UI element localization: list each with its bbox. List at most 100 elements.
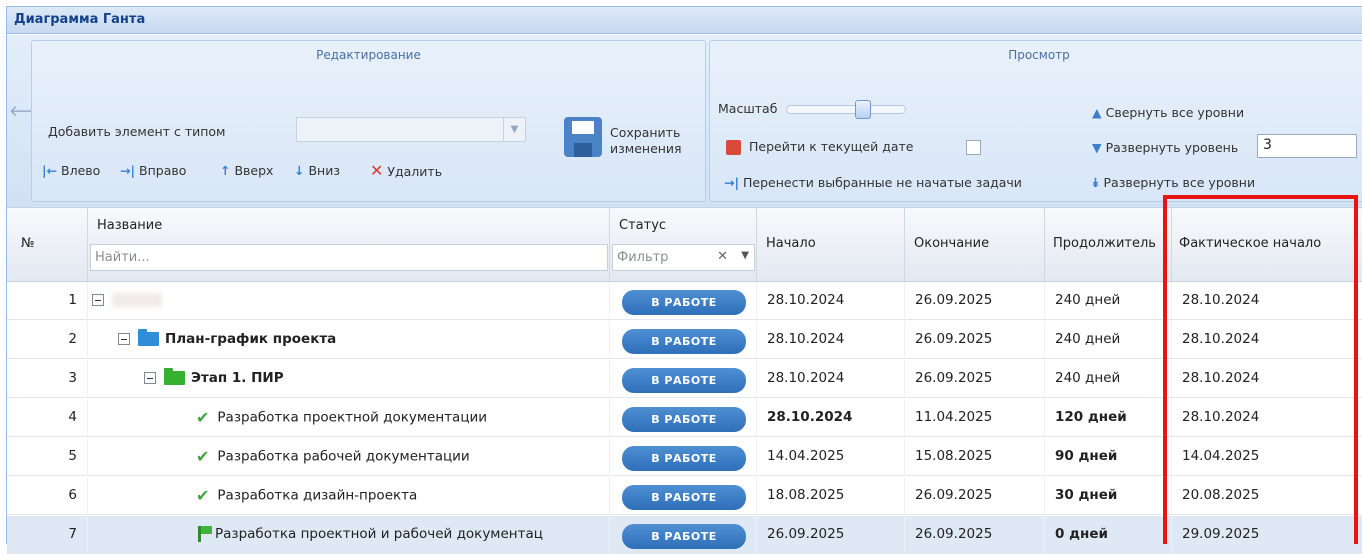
row-number: 4 bbox=[7, 399, 88, 437]
collapse-toggle-icon[interactable] bbox=[92, 294, 104, 306]
collapse-all-button[interactable]: ▲ Свернуть все уровни bbox=[1092, 105, 1244, 120]
duration-cell: 0 дней bbox=[1045, 516, 1172, 554]
element-type-select[interactable]: ▼ bbox=[296, 117, 526, 142]
table-row[interactable]: 5 ✔ Разработка рабочей документации В РАБ… bbox=[7, 438, 1362, 476]
expand-all-icon: ⯯ bbox=[1092, 175, 1100, 190]
arrow-down-icon: ↓ bbox=[294, 163, 305, 178]
duration-cell: 30 дней bbox=[1045, 477, 1172, 515]
row-number: 1 bbox=[7, 282, 88, 320]
goto-today-button[interactable]: Перейти к текущей дате bbox=[726, 139, 913, 155]
task-name-cell[interactable]: Этап 1. ПИР bbox=[88, 360, 610, 398]
start-cell: 18.08.2025 bbox=[757, 477, 905, 515]
col-num-header[interactable]: № bbox=[7, 208, 88, 283]
col-duration-header[interactable]: Продолжитель bbox=[1045, 208, 1172, 283]
move-tasks-button[interactable]: →| Перенести выбранные не начатые задачи bbox=[724, 175, 1022, 190]
status-badge[interactable]: В РАБОТЕ bbox=[622, 446, 746, 471]
goto-today-checkbox[interactable] bbox=[966, 140, 981, 155]
folder-icon bbox=[138, 329, 159, 346]
end-cell: 26.09.2025 bbox=[905, 282, 1045, 320]
col-name-header[interactable]: Название Найти... bbox=[88, 208, 610, 283]
status-badge[interactable]: В РАБОТЕ bbox=[622, 485, 746, 510]
row-number: 6 bbox=[7, 477, 88, 515]
delete-button[interactable]: ✕ Удалить bbox=[370, 161, 442, 180]
start-cell: 28.10.2024 bbox=[757, 360, 905, 398]
scale-slider-thumb[interactable] bbox=[855, 100, 871, 119]
move-down-button[interactable]: ↓ Вниз bbox=[294, 163, 340, 178]
col-start-header[interactable]: Начало bbox=[757, 208, 905, 283]
actual-start-cell: 28.10.2024 bbox=[1172, 360, 1362, 398]
row-number: 2 bbox=[7, 321, 88, 359]
status-badge[interactable]: В РАБОТЕ bbox=[622, 368, 746, 393]
status-badge[interactable]: В РАБОТЕ bbox=[622, 329, 746, 354]
col-status-header[interactable]: Статус Фильтр ✕ ▼ bbox=[610, 208, 757, 283]
task-name-cell[interactable]: ✔ Разработка проектной документации bbox=[88, 399, 610, 437]
actual-start-cell: 28.10.2024 bbox=[1172, 399, 1362, 437]
row-number: 3 bbox=[7, 360, 88, 398]
table-row[interactable]: 2 План-график проекта В РАБОТЕ 28.10.202… bbox=[7, 321, 1362, 359]
task-name-cell[interactable] bbox=[88, 282, 610, 320]
end-cell: 26.09.2025 bbox=[905, 360, 1045, 398]
move-up-button[interactable]: ↑ Вверх bbox=[220, 163, 273, 178]
status-cell: В РАБОТЕ bbox=[610, 477, 757, 515]
arrow-right-icon: →| bbox=[120, 163, 136, 178]
status-filter-input[interactable]: Фильтр ✕ ▼ bbox=[612, 244, 755, 271]
save-label-line2[interactable]: изменения bbox=[610, 141, 682, 156]
expand-level-icon: ▼ bbox=[1092, 140, 1102, 155]
expand-level-button[interactable]: ▼ Развернуть уровень bbox=[1092, 140, 1238, 155]
col-actual-start-header[interactable]: Фактическое начало bbox=[1172, 208, 1362, 283]
editing-group-title: Редактирование bbox=[316, 48, 421, 62]
status-cell: В РАБОТЕ bbox=[610, 516, 757, 554]
save-label-line1[interactable]: Сохранить bbox=[610, 125, 680, 140]
calendar-icon bbox=[726, 140, 741, 155]
table-row-selected[interactable]: 7 Разработка проектной и рабочей докумен… bbox=[7, 516, 1362, 554]
window-title: Диаграмма Ганта bbox=[14, 12, 146, 27]
name-search-input[interactable]: Найти... bbox=[90, 244, 608, 271]
duration-cell: 240 дней bbox=[1045, 360, 1172, 398]
save-icon[interactable] bbox=[564, 117, 602, 157]
status-badge[interactable]: В РАБОТЕ bbox=[622, 407, 746, 432]
actual-start-cell: 20.08.2025 bbox=[1172, 477, 1362, 515]
status-badge[interactable]: В РАБОТЕ bbox=[622, 290, 746, 315]
status-cell: В РАБОТЕ bbox=[610, 321, 757, 359]
add-element-label: Добавить элемент с типом bbox=[48, 124, 226, 139]
task-name-cell[interactable]: ✔ Разработка дизайн-проекта bbox=[88, 477, 610, 515]
collapse-toggle-icon[interactable] bbox=[118, 333, 130, 345]
clear-filter-icon[interactable]: ✕ bbox=[717, 249, 728, 264]
status-badge[interactable]: В РАБОТЕ bbox=[622, 524, 746, 549]
move-right-button[interactable]: →| Вправо bbox=[120, 163, 186, 178]
chevron-down-icon[interactable]: ▼ bbox=[503, 118, 525, 141]
expand-level-input[interactable]: 3 bbox=[1257, 134, 1357, 158]
task-name-cell[interactable]: ✔ Разработка рабочей документации bbox=[88, 438, 610, 476]
move-right-icon: →| bbox=[724, 175, 740, 190]
table-row[interactable]: 1 В РАБОТЕ 28.10.2024 26.09.2025 240 дне… bbox=[7, 282, 1362, 320]
table-row[interactable]: 6 ✔ Разработка дизайн-проекта В РАБОТЕ 18… bbox=[7, 477, 1362, 515]
duration-cell: 240 дней bbox=[1045, 321, 1172, 359]
gantt-window: Диаграмма Ганта 🡐 Редактирование Добавит… bbox=[6, 6, 1362, 554]
col-end-header[interactable]: Окончание bbox=[905, 208, 1045, 283]
status-cell: В РАБОТЕ bbox=[610, 282, 757, 320]
folder-icon bbox=[164, 368, 185, 385]
table-row[interactable]: 4 ✔ Разработка проектной документации В Р… bbox=[7, 399, 1362, 437]
editing-group: Редактирование Добавить элемент с типом … bbox=[31, 40, 706, 202]
expand-all-button[interactable]: ⯯ Развернуть все уровни bbox=[1092, 175, 1255, 191]
move-left-button[interactable]: |← Влево bbox=[42, 163, 100, 178]
view-group: Просмотр Масштаб Перейти к текущей дате … bbox=[709, 40, 1362, 202]
arrow-left-icon: |← bbox=[42, 163, 58, 178]
collapse-toggle-icon[interactable] bbox=[144, 372, 156, 384]
table-row[interactable]: 3 Этап 1. ПИР В РАБОТЕ 28.10.2024 26.09.… bbox=[7, 360, 1362, 398]
view-group-title: Просмотр bbox=[1008, 48, 1070, 62]
scale-slider[interactable] bbox=[786, 100, 906, 119]
task-name-cell[interactable]: Разработка проектной и рабочей документа… bbox=[88, 516, 610, 554]
delete-x-icon: ✕ bbox=[370, 161, 384, 180]
chevron-down-icon[interactable]: ▼ bbox=[741, 250, 749, 261]
scale-label: Масштаб bbox=[718, 101, 778, 116]
end-cell: 11.04.2025 bbox=[905, 399, 1045, 437]
checkmark-icon: ✔ bbox=[196, 408, 210, 427]
end-cell: 26.09.2025 bbox=[905, 477, 1045, 515]
start-cell: 28.10.2024 bbox=[757, 321, 905, 359]
arrow-up-icon: ↑ bbox=[220, 163, 231, 178]
task-name-cell[interactable]: План-график проекта bbox=[88, 321, 610, 359]
duration-cell: 90 дней bbox=[1045, 438, 1172, 476]
collapse-icon: ▲ bbox=[1092, 105, 1102, 120]
task-name-blurred bbox=[112, 293, 162, 307]
